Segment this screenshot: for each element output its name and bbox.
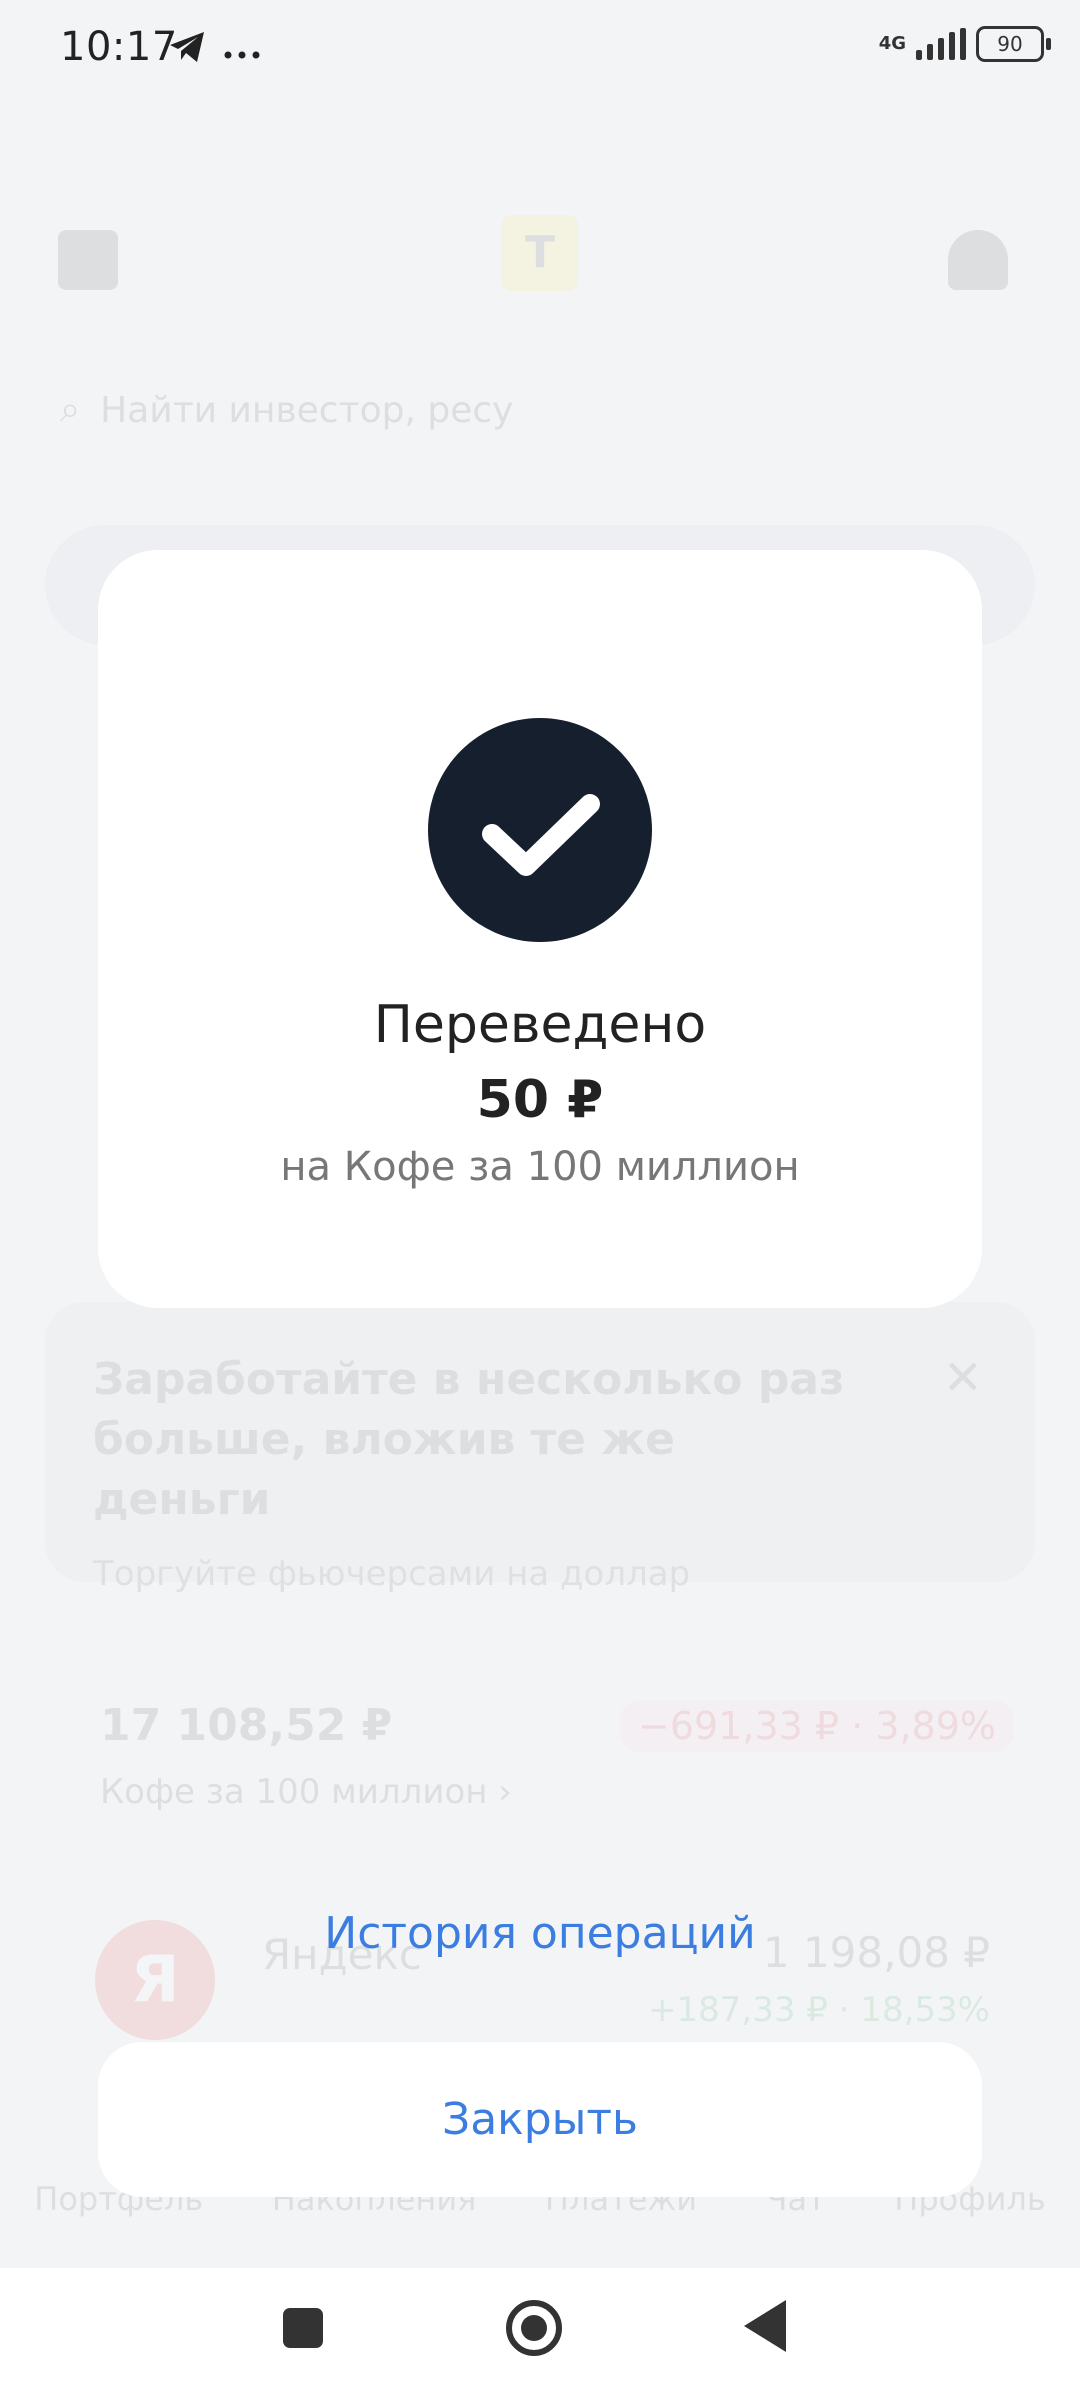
- status-indicators: 4G 90: [878, 26, 1051, 62]
- status-time: 10:17: [60, 24, 178, 70]
- close-button[interactable]: Закрыть: [98, 2042, 982, 2197]
- more-dots-icon: [224, 44, 260, 63]
- promo-banner: Заработайте в несколько раз больше, влож…: [45, 1302, 1035, 1594]
- bank-logo: T: [502, 215, 578, 291]
- search-icon: ⌕: [60, 389, 81, 430]
- success-check-icon: [428, 718, 652, 942]
- account-name: Кофе за 100 миллион ›: [100, 1772, 512, 1812]
- gift-icon: [58, 230, 118, 290]
- signal-icon: [916, 28, 966, 60]
- dialog-title: Переведено: [373, 995, 707, 1055]
- home-icon[interactable]: [506, 2300, 562, 2356]
- back-icon[interactable]: [744, 2300, 786, 2352]
- transfer-description: на Кофе за 100 миллион: [280, 1144, 800, 1190]
- telegram-icon: [168, 30, 206, 68]
- promo-title: Заработайте в несколько раз больше, влож…: [93, 1354, 845, 1525]
- account-balance: 17 108,52 ₽: [100, 1700, 393, 1751]
- transfer-amount: 50 ₽: [476, 1070, 604, 1130]
- account-change: −691,33 ₽ · 3,89%: [620, 1700, 1015, 1752]
- bell-icon: [948, 230, 1008, 290]
- close-icon: ✕: [942, 1350, 983, 1406]
- position-change: +187,33 ₽ · 18,53%: [648, 1990, 990, 2030]
- search-bar: ⌕ Найти инвестор, ресу: [60, 370, 980, 450]
- operations-history-link[interactable]: История операций: [98, 1908, 982, 1959]
- recent-apps-icon[interactable]: [283, 2308, 323, 2348]
- search-placeholder: Найти инвестор, ресу: [100, 389, 514, 431]
- battery-icon: 90: [976, 26, 1051, 62]
- promo-subtitle: Торгуйте фьючерсами на доллар: [93, 1554, 691, 1594]
- network-type: 4G: [878, 33, 906, 54]
